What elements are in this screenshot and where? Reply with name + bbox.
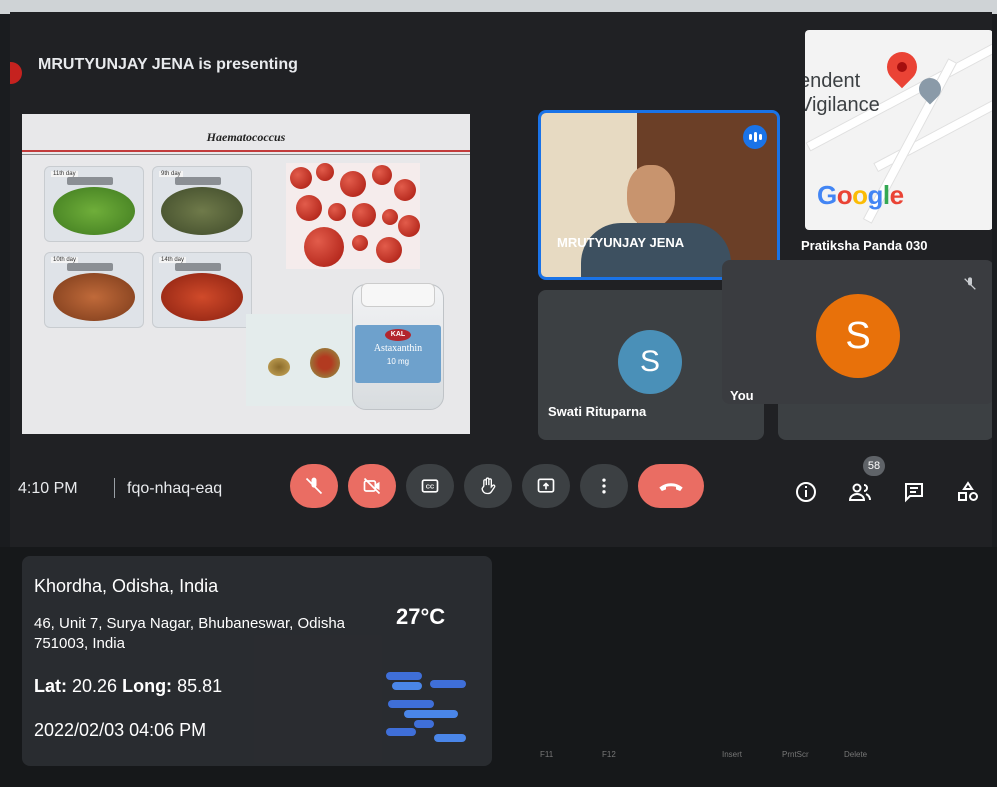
participant-count-badge: 58 [863, 456, 885, 476]
brand-logo: KAL [385, 329, 411, 341]
info-icon[interactable] [794, 480, 818, 504]
svg-text:CC: CC [426, 485, 435, 491]
astaxanthin-bottle: KAL Astaxanthin 10 mg [352, 283, 444, 410]
haze-icon [386, 668, 470, 748]
temperature: 27°C [396, 604, 446, 629]
mic-off-icon [964, 277, 976, 290]
present-now-button[interactable] [522, 464, 570, 508]
flask-day-label: 9th day [159, 171, 183, 177]
lat-label: Lat: [34, 676, 67, 696]
google-logo: Google [817, 180, 904, 210]
bottle-product-name: Astaxanthin [373, 343, 423, 354]
participant-video [627, 165, 675, 227]
participant-tile-speaker[interactable]: MRUTYUNJAY JENA [538, 110, 780, 280]
location-address: 46, Unit 7, Surya Nagar, Bhubaneswar, Od… [34, 615, 346, 652]
long-value: 85.81 [177, 676, 223, 696]
participant-name: Swati Rituparna [548, 404, 647, 419]
people-icon[interactable] [848, 480, 872, 504]
map-label: endent [805, 70, 861, 92]
cell-micrograph [246, 314, 356, 406]
hang-up-icon [659, 483, 683, 491]
participant-name: You [730, 388, 754, 403]
keyboard-key: Insert [722, 750, 743, 759]
slide-rule-sub [22, 154, 470, 155]
divider [114, 478, 115, 498]
flask-day-label: 11th day [51, 171, 78, 177]
more-options-button[interactable] [580, 464, 628, 508]
flask-image: 10th day [44, 252, 144, 328]
slide-title: Haematococcus [206, 130, 286, 144]
presenting-banner: MRUTYUNJAY JENA is presenting [38, 56, 298, 73]
meeting-clock: 4:10 PM [18, 480, 78, 497]
location-overlay-card: Khordha, Odisha, India 46, Unit 7, Surya… [22, 556, 492, 766]
camera-off-icon [363, 477, 381, 495]
red-cells-micrograph [286, 163, 420, 269]
participant-name: Pratiksha Panda 030 [801, 238, 928, 253]
keyboard-key: F11 [540, 750, 554, 759]
avatar: S [816, 294, 900, 378]
flask-image: 14th day [152, 252, 252, 328]
participant-tile-you[interactable]: S [722, 260, 992, 404]
participant-tile-map[interactable]: endent Vigilance Google [805, 30, 992, 230]
lat-value: 20.26 [72, 676, 118, 696]
mic-off-icon [305, 477, 323, 495]
keyboard-key: Delete [844, 750, 868, 759]
present-icon [537, 478, 555, 493]
leave-call-button[interactable] [638, 464, 704, 508]
meeting-code: fqo-nhaq-eaq [127, 480, 223, 497]
captions-icon: CC [421, 479, 439, 493]
long-label: Long: [122, 676, 173, 696]
chat-icon[interactable] [902, 480, 926, 504]
camera-toggle-button[interactable] [348, 464, 396, 508]
mic-toggle-button[interactable] [290, 464, 338, 508]
shared-slide: Haematococcus 11th day 9th day 10th day … [22, 114, 470, 434]
flask-day-label: 14th day [159, 257, 187, 263]
coordinates: Lat: 20.26 Long: 85.81 [34, 676, 222, 697]
raise-hand-icon [481, 477, 496, 495]
keyboard-key: F12 [602, 750, 616, 759]
raise-hand-button[interactable] [464, 464, 512, 508]
flask-image: 11th day [44, 166, 144, 242]
captions-button[interactable]: CC [406, 464, 454, 508]
slide-rule-top [22, 150, 470, 152]
keyboard-key: PrntScr [782, 750, 809, 759]
map-label: Vigilance [805, 94, 880, 116]
flask-image: 9th day [152, 166, 252, 242]
avatar: S [618, 330, 682, 394]
meet-window: MRUTYUNJAY JENA is presenting Haematococ… [10, 12, 992, 547]
location-place: Khordha, Odisha, India [34, 576, 219, 596]
presenting-indicator [10, 62, 22, 84]
capture-datetime: 2022/02/03 04:06 PM [34, 720, 207, 740]
more-vert-icon [602, 478, 606, 494]
activities-icon[interactable] [956, 480, 980, 504]
speaking-indicator-icon [743, 125, 767, 149]
participant-name: MRUTYUNJAY JENA [557, 235, 685, 250]
bottle-dose: 10 mg [386, 357, 410, 366]
flask-day-label: 10th day [51, 257, 79, 263]
